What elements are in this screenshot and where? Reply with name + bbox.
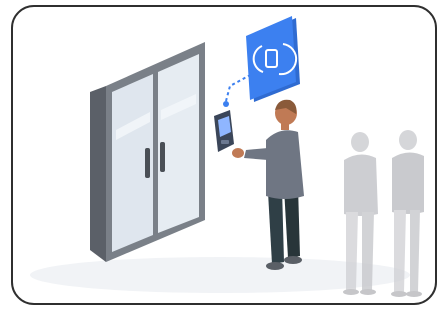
illustration-card — [0, 0, 448, 315]
access-control-illustration — [11, 5, 437, 305]
door-handle-left — [145, 148, 150, 178]
door-handle-right — [160, 142, 165, 172]
